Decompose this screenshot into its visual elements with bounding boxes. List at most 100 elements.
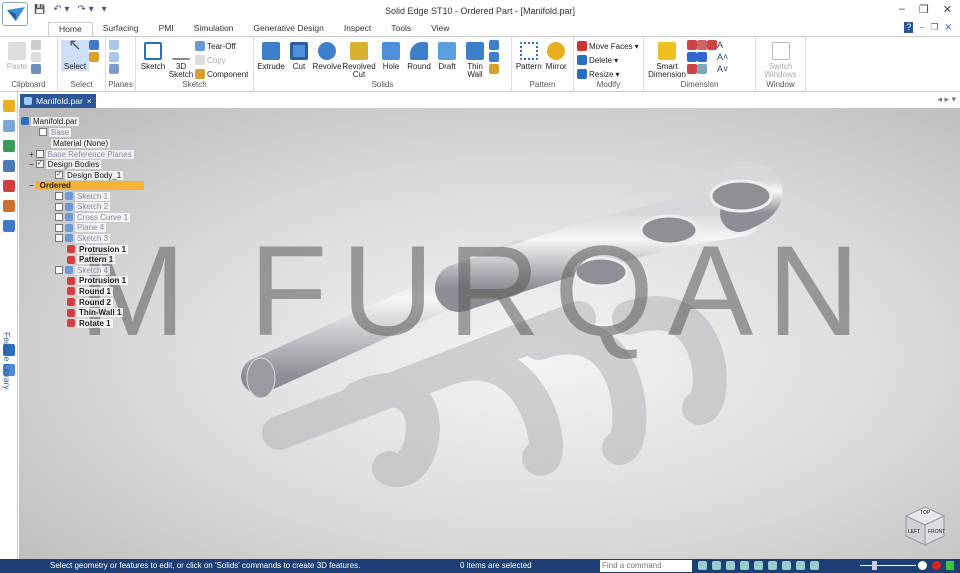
select-tools-icon[interactable]	[89, 52, 99, 62]
add-body-icon[interactable]	[489, 64, 499, 74]
resize-button[interactable]: Resize ▾	[577, 68, 639, 80]
tree-ordered[interactable]: − Ordered	[29, 180, 144, 190]
checkbox[interactable]	[35, 150, 44, 158]
arrow-icon[interactable]	[698, 561, 707, 570]
view-styles-icon[interactable]	[796, 561, 805, 570]
cut-icon[interactable]	[31, 40, 41, 50]
cut-button[interactable]: Cut	[285, 40, 313, 71]
loft-icon[interactable]	[489, 52, 499, 62]
tab-inspect[interactable]: Inspect	[334, 22, 381, 36]
copy-sketch-button[interactable]: Copy	[195, 54, 248, 66]
tree-feature[interactable]: Protrusion 1	[55, 244, 129, 254]
checkbox[interactable]	[55, 202, 63, 211]
checkbox[interactable]	[55, 223, 63, 232]
tree-feature[interactable]: Thin-Wall 1	[55, 308, 124, 318]
tab-pmi[interactable]: PMI	[149, 22, 184, 36]
checkbox[interactable]	[39, 128, 47, 136]
tree-root[interactable]: Manifold.par	[21, 116, 80, 126]
tree-feature[interactable]: Round 1	[55, 286, 113, 296]
color-manager-icon[interactable]	[3, 180, 15, 192]
tree-feature[interactable]: Plane 4	[55, 223, 107, 233]
tree-base[interactable]: Base	[39, 127, 72, 137]
sweep-icon[interactable]	[489, 40, 499, 50]
lock-dimension-icon[interactable]	[697, 52, 707, 62]
extrude-button[interactable]: Extrude	[257, 40, 285, 71]
appearance-icon[interactable]	[3, 140, 15, 152]
pan-icon[interactable]	[754, 561, 763, 570]
tree-feature[interactable]: Sketch 1	[55, 191, 111, 201]
round-button[interactable]: Round	[405, 40, 433, 71]
document-tab[interactable]: Manifold.par ×	[20, 94, 96, 108]
tree-feature[interactable]: Pattern 1	[55, 255, 116, 265]
zoom-icon[interactable]	[726, 561, 735, 570]
angled-plane-icon[interactable]	[109, 52, 119, 62]
thin-wall-button[interactable]: Thin Wall	[461, 40, 489, 79]
component-button[interactable]: Component	[195, 68, 248, 80]
pattern-button[interactable]: Pattern	[515, 40, 543, 71]
sketch-view-icon[interactable]	[782, 561, 791, 570]
paste-button[interactable]: Paste	[3, 40, 31, 71]
tree-feature[interactable]: Protrusion 1	[55, 276, 129, 286]
copy-icon[interactable]	[31, 52, 41, 62]
draft-button[interactable]: Draft	[433, 40, 461, 71]
text-style-icon[interactable]: A	[717, 40, 728, 50]
checkbox[interactable]: ✓	[55, 171, 63, 179]
coincident-plane-icon[interactable]	[109, 40, 119, 50]
tree-design-body[interactable]: ✓ Design Body_1	[55, 170, 124, 180]
zoom-slider-handle[interactable]	[872, 561, 877, 570]
collapse-icon[interactable]: −	[29, 181, 34, 190]
tab-generative-design[interactable]: Generative Design	[243, 22, 333, 36]
tab-scroll-icon[interactable]: ◂ ▸ ▾	[937, 94, 956, 105]
record-icon[interactable]	[932, 561, 941, 570]
checkbox[interactable]	[55, 213, 63, 222]
feature-library-icon[interactable]	[3, 220, 15, 232]
select-button[interactable]: ↖ Select	[61, 38, 89, 71]
expand-icon[interactable]: +	[29, 150, 34, 159]
checkbox[interactable]	[55, 266, 63, 275]
switch-windows-button[interactable]: Switch Windows	[759, 40, 802, 79]
tear-off-button[interactable]: Tear-Off	[195, 40, 248, 52]
tab-surfacing[interactable]: Surfacing	[93, 22, 149, 36]
checkbox[interactable]	[55, 234, 63, 243]
tree-feature[interactable]: Cross Curve 1	[55, 212, 131, 222]
upload-icon[interactable]	[946, 561, 954, 570]
collapse-icon[interactable]: −	[29, 160, 34, 169]
checkbox[interactable]	[55, 192, 63, 200]
restore-button[interactable]: ❐	[919, 3, 929, 16]
tree-base-reference-planes[interactable]: + Base Reference Planes	[29, 149, 134, 159]
sensors-icon[interactable]	[3, 160, 15, 172]
tree-design-bodies[interactable]: − ✓ Design Bodies	[29, 159, 102, 169]
close-tab-icon[interactable]: ×	[87, 96, 92, 106]
increase-font-icon[interactable]: A˄	[717, 52, 728, 62]
tree-feature[interactable]: Sketch 3	[55, 233, 111, 243]
format-painter-icon[interactable]	[31, 64, 41, 74]
minimize-button[interactable]: –	[899, 3, 905, 16]
fit-icon[interactable]	[740, 561, 749, 570]
pathfinder-key-icon[interactable]	[3, 100, 15, 112]
dimension-table-icon[interactable]	[697, 64, 707, 74]
sketch-button[interactable]: Sketch	[139, 40, 167, 71]
tree-feature[interactable]: Sketch 4	[55, 265, 111, 275]
decrease-font-icon[interactable]: A˅	[717, 64, 728, 74]
3d-sketch-button[interactable]: 3D Sketch	[167, 40, 195, 79]
angle-dimension-icon[interactable]	[697, 40, 707, 50]
doc-restore-button[interactable]: ❐	[930, 22, 938, 33]
help-icon[interactable]: ?	[904, 22, 914, 33]
close-button[interactable]: ✕	[943, 3, 952, 16]
doc-close-button[interactable]: ✕	[944, 22, 952, 33]
move-faces-button[interactable]: Move Faces ▾	[577, 40, 639, 52]
filter-icon[interactable]	[89, 40, 99, 50]
hole-button[interactable]: Hole	[377, 40, 405, 71]
tab-simulation[interactable]: Simulation	[184, 22, 244, 36]
coordinate-system-icon[interactable]	[109, 64, 119, 74]
find-command-input[interactable]	[600, 560, 692, 572]
delete-button[interactable]: Delete ▾	[577, 54, 639, 66]
checkbox[interactable]: ✓	[35, 160, 44, 168]
smart-dimension-button[interactable]: Smart Dimension	[647, 40, 687, 79]
tab-tools[interactable]: Tools	[381, 22, 421, 36]
tree-feature[interactable]: Sketch 2	[55, 202, 111, 212]
angle-icon[interactable]	[687, 52, 697, 62]
feature-library-tab[interactable]: Feature Library	[2, 332, 12, 390]
mirror-button[interactable]: Mirror	[543, 40, 571, 71]
layers-icon[interactable]	[3, 120, 15, 132]
